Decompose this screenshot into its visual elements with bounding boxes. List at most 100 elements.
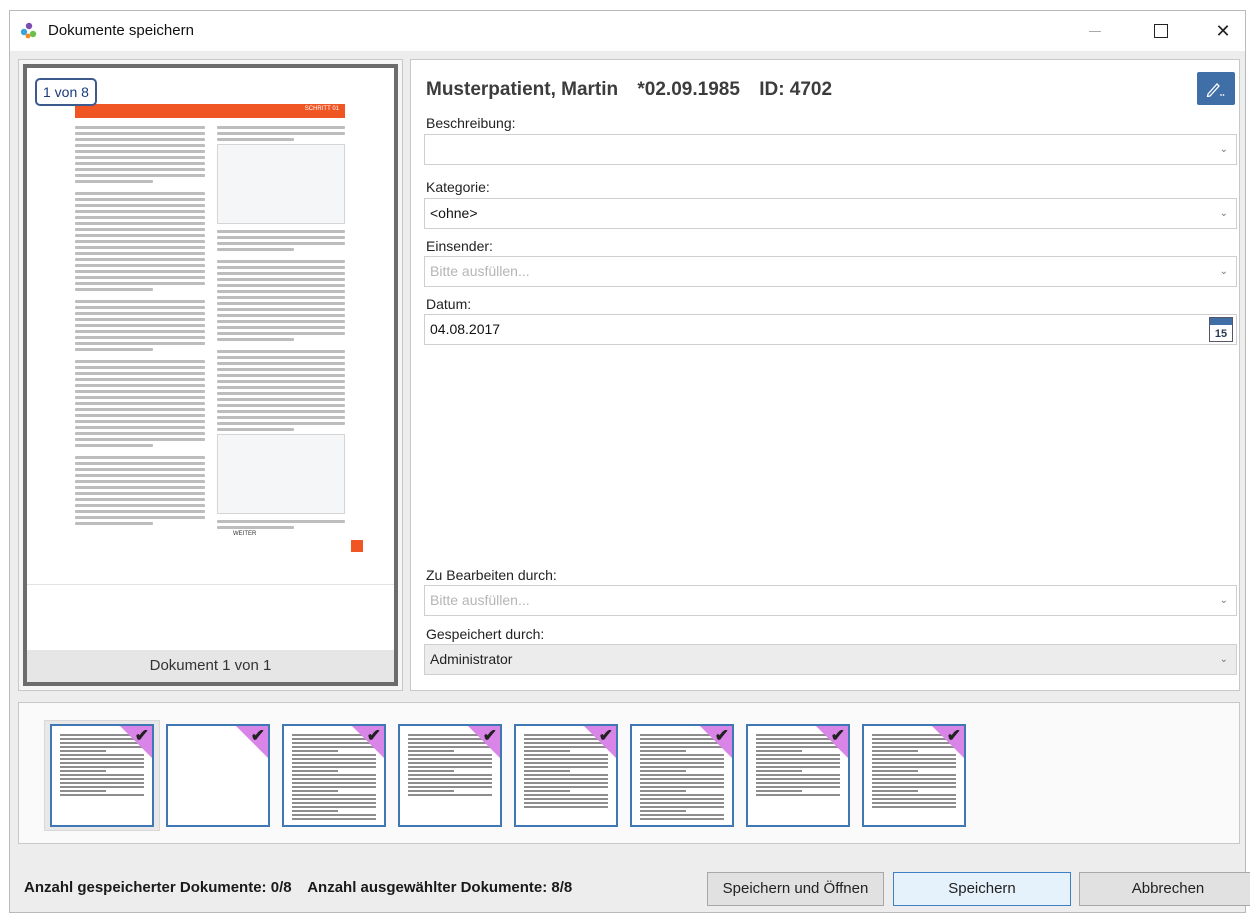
thumbnail-text-line: [408, 758, 492, 760]
calendar-icon[interactable]: 15: [1209, 317, 1233, 342]
text-line: [75, 174, 205, 177]
text-line: [75, 162, 205, 165]
text-line: [75, 276, 205, 279]
document-thumbnail[interactable]: ✔: [50, 724, 154, 827]
save-button[interactable]: Speichern: [893, 872, 1071, 906]
app-icon: [20, 22, 37, 39]
embedded-screenshot: [217, 144, 345, 224]
text-line: [75, 432, 205, 435]
thumbnail-text-line: [292, 774, 376, 776]
text-line: [75, 318, 205, 321]
document-footer-text: WEITER: [233, 531, 257, 537]
text-line: [75, 312, 205, 315]
chevron-down-icon[interactable]: ⌄: [1220, 199, 1228, 228]
text-line: [217, 404, 345, 407]
text-line: [75, 306, 205, 309]
text-line: [217, 296, 345, 299]
checkmark-icon[interactable]: ✔: [483, 726, 497, 746]
checkmark-icon[interactable]: ✔: [947, 726, 961, 746]
document-thumbnail[interactable]: ✔: [746, 724, 850, 827]
close-button[interactable]: ✕: [1200, 11, 1246, 51]
document-footer-marker: [351, 540, 363, 552]
thumbnail-text-line: [872, 750, 919, 752]
einsender-combobox[interactable]: Bitte ausfüllen... ⌄: [424, 256, 1237, 287]
checkmark-icon[interactable]: ✔: [715, 726, 729, 746]
checkmark-icon[interactable]: ✔: [831, 726, 845, 746]
chevron-down-icon[interactable]: ⌄: [1220, 135, 1228, 164]
thumbnail-text-line: [872, 770, 919, 772]
thumbnail-text-line: [292, 798, 376, 800]
minimize-button[interactable]: [1072, 11, 1118, 51]
text-line: [75, 198, 205, 201]
chevron-down-icon[interactable]: ⌄: [1220, 257, 1228, 286]
text-line: [75, 126, 205, 129]
thumbnail-text-line: [60, 770, 107, 772]
document-thumbnail[interactable]: ✔: [862, 724, 966, 827]
text-line: [75, 474, 205, 477]
text-line: [75, 372, 205, 375]
thumbnail-text-line: [524, 762, 608, 764]
thumbnail-text-line: [292, 750, 339, 752]
datum-value: 04.08.2017: [430, 321, 501, 337]
document-thumbnail[interactable]: ✔: [630, 724, 734, 827]
window-title: Dokumente speichern: [48, 22, 194, 39]
document-thumbnail[interactable]: ✔: [514, 724, 618, 827]
thumbnail-text-line: [408, 774, 492, 776]
thumbnail-text-line: [408, 750, 455, 752]
checkmark-icon[interactable]: ✔: [599, 726, 613, 746]
thumbnail-text-line: [408, 782, 492, 784]
text-line: [75, 486, 205, 489]
thumbnail-text-line: [408, 794, 492, 796]
metadata-form-panel: Musterpatient, Martin *02.09.1985 ID: 47…: [410, 59, 1240, 691]
text-line: [75, 330, 205, 333]
kategorie-combobox[interactable]: <ohne> ⌄: [424, 198, 1237, 229]
save-and-open-button[interactable]: Speichern und Öffnen: [707, 872, 884, 906]
thumbnail-text-line: [524, 782, 608, 784]
text-line: [75, 192, 205, 195]
datum-input[interactable]: 04.08.2017 15: [424, 314, 1237, 345]
thumbnail-text-line: [756, 774, 840, 776]
text-line: [75, 204, 205, 207]
text-line: [217, 386, 345, 389]
thumbnail-text-line: [640, 786, 724, 788]
text-line: [75, 150, 205, 153]
cancel-button[interactable]: Abbrechen: [1079, 872, 1250, 906]
document-thumbnail[interactable]: ✔: [166, 724, 270, 827]
edit-patient-button[interactable]: [1197, 72, 1235, 105]
checkmark-icon[interactable]: ✔: [251, 726, 265, 746]
text-line: [75, 438, 205, 441]
document-thumbnail[interactable]: ✔: [282, 724, 386, 827]
beschreibung-combobox[interactable]: ⌄: [424, 134, 1237, 165]
thumbnail-text-line: [292, 762, 376, 764]
text-line: [75, 426, 205, 429]
thumbnail-text-line: [872, 758, 956, 760]
text-line: [75, 156, 205, 159]
text-line: [75, 168, 205, 171]
thumbnail-text-line: [292, 806, 376, 808]
thumbnail-text-line: [60, 794, 144, 796]
zu-bearbeiten-combobox[interactable]: Bitte ausfüllen... ⌄: [424, 585, 1237, 616]
gespeichert-label: Gespeichert durch:: [426, 626, 545, 642]
document-thumbnail[interactable]: ✔: [398, 724, 502, 827]
chevron-down-icon[interactable]: ⌄: [1220, 586, 1228, 615]
thumbnail-text-line: [292, 778, 376, 780]
checkmark-icon[interactable]: ✔: [367, 726, 381, 746]
thumbnail-text-line: [756, 770, 803, 772]
document-preview[interactable]: 1 von 8 SCHRITT 01 WEITER Dokument 1 von…: [23, 64, 398, 686]
text-line: [217, 422, 345, 425]
checkmark-icon[interactable]: ✔: [135, 726, 149, 746]
datum-label: Datum:: [426, 296, 472, 312]
text-line: [75, 378, 205, 381]
thumbnail-text-line: [872, 790, 919, 792]
thumbnail-text-line: [292, 810, 339, 812]
page-counter-badge: 1 von 8: [35, 78, 97, 106]
text-line: [75, 144, 205, 147]
kategorie-label: Kategorie:: [426, 179, 490, 195]
text-line: [217, 520, 345, 523]
text-line: [75, 462, 205, 465]
text-line: [75, 258, 205, 261]
thumbnail-text-line: [872, 798, 956, 800]
text-line: [75, 222, 205, 225]
status-text: Anzahl gespeicherter Dokumente: 0/8 Anza…: [24, 879, 584, 896]
maximize-button[interactable]: [1138, 11, 1184, 51]
